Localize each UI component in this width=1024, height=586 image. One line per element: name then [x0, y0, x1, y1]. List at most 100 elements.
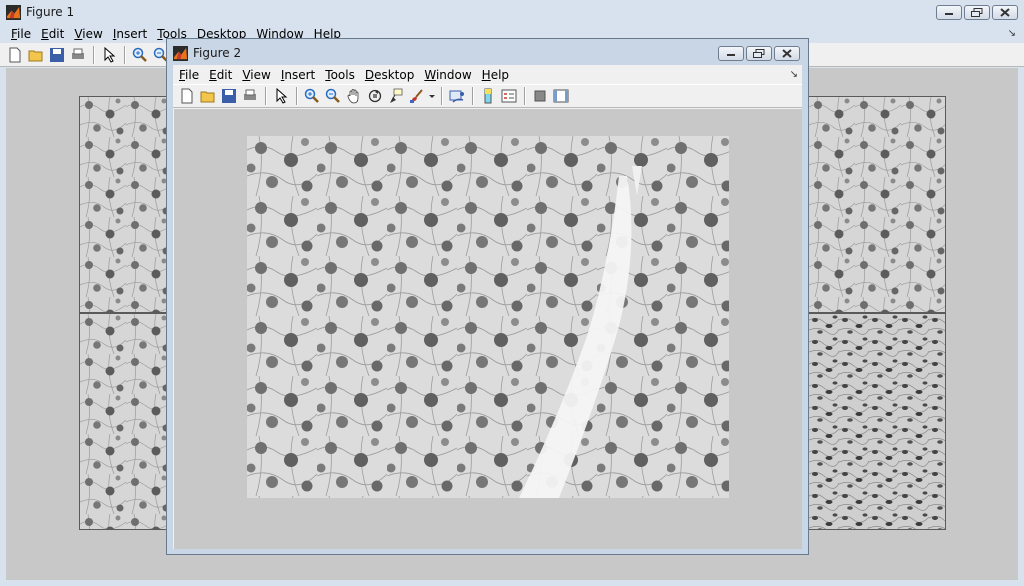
menu-label-rest: iew [82, 27, 103, 41]
menu-item-desktop[interactable]: Desktop [360, 68, 420, 82]
matlab-logo-icon [173, 45, 188, 61]
zoom-in-button[interactable] [130, 45, 150, 65]
legend-icon [501, 89, 517, 103]
matlab-logo-icon [6, 4, 21, 20]
menu-item-view[interactable]: View [69, 27, 107, 41]
toolbar-separator [441, 87, 443, 105]
print-button[interactable] [68, 45, 88, 65]
menu-item-view[interactable]: View [237, 68, 275, 82]
open-folder-icon [28, 50, 43, 61]
figure1-subplot-bottom-left [79, 313, 167, 530]
save-button[interactable] [219, 86, 239, 106]
figure1-window-buttons [936, 5, 1018, 20]
menu-item-help[interactable]: Help [477, 68, 514, 82]
figure1-subplot-bottom-right [808, 313, 946, 530]
zoom-in-icon [132, 47, 147, 62]
toolbar-separator [124, 45, 126, 64]
brush-icon [410, 89, 423, 103]
menu-label-rest: ile [17, 27, 32, 41]
figure1-minimize-button[interactable] [936, 5, 962, 20]
data-cursor-button[interactable] [386, 86, 406, 106]
menu-label-rest: esktop [374, 68, 415, 82]
menu-label-rest: elp [490, 68, 510, 82]
figure2-titlebar[interactable]: Figure 2 [167, 39, 808, 67]
brush-dropdown[interactable] [428, 86, 436, 106]
figure2-window: Figure 2 File Edit View Insert Tools Desktop W… [166, 38, 809, 555]
menu-label-rest: ile [185, 68, 200, 82]
zoom-in-icon [304, 88, 319, 103]
close-icon [1000, 8, 1010, 17]
menu-item-edit[interactable]: Edit [36, 27, 69, 41]
new-figure-button[interactable] [5, 45, 25, 65]
menu-item-insert[interactable]: Insert [276, 68, 320, 82]
figure2-title: Figure 2 [193, 46, 242, 60]
show-plot-tools-icon [553, 89, 569, 103]
brush-button[interactable] [407, 86, 427, 106]
show-plot-tools-button[interactable] [551, 86, 571, 106]
menu-item-tools[interactable]: Tools [320, 68, 360, 82]
save-icon [222, 89, 236, 103]
menu-label-rest: nsert [116, 27, 148, 41]
pan-button[interactable] [344, 86, 364, 106]
hide-plot-tools-icon [534, 90, 546, 102]
figure1-title: Figure 1 [26, 5, 75, 19]
histology-image [809, 314, 945, 529]
minimize-icon [727, 53, 735, 56]
arrow-pointer-icon [104, 46, 116, 63]
figure2-window-buttons [718, 46, 800, 61]
zoom-out-icon [325, 88, 340, 103]
toolbar-separator [265, 87, 267, 105]
print-button[interactable] [240, 86, 260, 106]
hide-plot-tools-button[interactable] [530, 86, 550, 106]
edit-plot-button[interactable] [271, 86, 291, 106]
open-folder-icon [200, 91, 215, 103]
open-file-button[interactable] [198, 86, 218, 106]
close-icon [782, 49, 792, 58]
save-button[interactable] [47, 45, 67, 65]
figure1-subplot-top-right [808, 96, 946, 313]
toolbar-separator [296, 87, 298, 105]
figure1-dock-button[interactable]: ↘ [1008, 28, 1016, 39]
toolbar-separator [524, 87, 526, 105]
figure1-titlebar[interactable]: Figure 1 [0, 0, 1024, 24]
menu-item-file[interactable]: File [6, 27, 36, 41]
menu-label-rest: dit [216, 68, 233, 82]
menu-label-rest: dit [48, 27, 65, 41]
histology-image [809, 97, 945, 312]
menu-accelerator: D [364, 68, 375, 82]
menu-label-rest: iew [250, 68, 271, 82]
menu-accelerator: W [424, 68, 436, 82]
data-cursor-icon [390, 88, 403, 103]
new-figure-button[interactable] [177, 86, 197, 106]
figure1-maximize-button[interactable] [964, 5, 990, 20]
rotate-3d-icon [368, 89, 382, 103]
zoom-in-button[interactable] [302, 86, 322, 106]
print-icon [72, 48, 84, 59]
restore-icon [971, 8, 983, 17]
rotate-3d-button[interactable] [365, 86, 385, 106]
menu-accelerator: E [41, 27, 49, 41]
menu-accelerator: E [209, 68, 217, 82]
insert-colorbar-button[interactable] [478, 86, 498, 106]
link-plot-icon [449, 90, 464, 103]
edit-plot-button[interactable] [99, 45, 119, 65]
new-file-icon [9, 47, 21, 62]
menu-item-file[interactable]: File [174, 68, 204, 82]
insert-legend-button[interactable] [499, 86, 519, 106]
figure2-dock-button[interactable]: ↘ [790, 69, 798, 80]
figure2-minimize-button[interactable] [718, 46, 744, 61]
menu-item-window[interactable]: Window [419, 68, 476, 82]
colorbar-icon [484, 88, 492, 104]
figure1-close-button[interactable] [992, 5, 1018, 20]
link-plot-button[interactable] [447, 86, 467, 106]
figure2-close-button[interactable] [774, 46, 800, 61]
figure2-maximize-button[interactable] [746, 46, 772, 61]
menu-item-insert[interactable]: Insert [108, 27, 152, 41]
print-icon [244, 89, 256, 100]
hand-pan-icon [347, 89, 359, 104]
new-file-icon [181, 88, 193, 104]
menu-label-rest: indow [435, 68, 472, 82]
menu-item-edit[interactable]: Edit [204, 68, 237, 82]
open-file-button[interactable] [26, 45, 46, 65]
zoom-out-button[interactable] [323, 86, 343, 106]
